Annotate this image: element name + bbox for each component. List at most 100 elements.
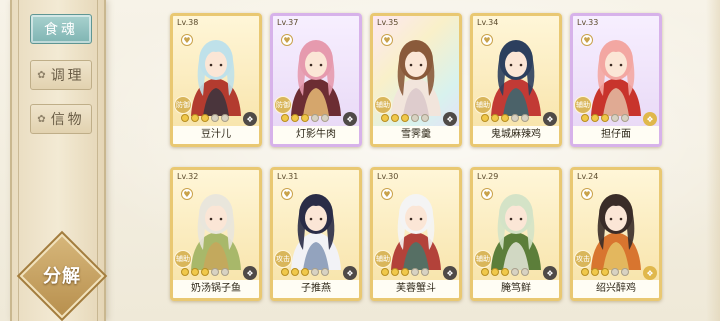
star-icon [211, 114, 219, 122]
tab-token[interactable]: ✿ 信物 [30, 104, 92, 134]
tab-conditioning[interactable]: ✿ 调理 [30, 60, 92, 90]
element-icon: ❖ [543, 266, 557, 280]
right-decoration [706, 0, 720, 321]
star-icon [481, 114, 489, 122]
food-soul-card[interactable]: Lv.29 ♥ 辅助 ❖ 腌笃鲜 [470, 167, 562, 301]
star-icon [301, 268, 309, 276]
tab-food-soul[interactable]: 食魂 [30, 14, 92, 44]
star-rating [181, 268, 229, 276]
star-icon [291, 114, 299, 122]
card-level: Lv.29 [477, 172, 499, 181]
star-icon [521, 268, 529, 276]
star-icon [501, 268, 509, 276]
role-badge: 辅助 [174, 250, 192, 268]
card-level: Lv.31 [277, 172, 299, 181]
card-name: 雪霁羹 [373, 126, 459, 144]
star-rating [581, 114, 629, 122]
star-icon [601, 268, 609, 276]
element-icon: ❖ [343, 112, 357, 126]
card-name: 子推燕 [273, 280, 359, 298]
star-icon [481, 268, 489, 276]
star-icon [281, 268, 289, 276]
star-icon [401, 268, 409, 276]
clover-icon: ✿ [37, 69, 49, 81]
star-icon [411, 268, 419, 276]
heart-icon: ♥ [181, 188, 193, 200]
food-soul-card[interactable]: Lv.37 ♥ 防御 ❖ 灯影牛肉 [270, 13, 362, 147]
food-soul-card[interactable]: Lv.32 ♥ 辅助 ❖ 奶汤锅子鱼 [170, 167, 262, 301]
element-icon: ❖ [343, 266, 357, 280]
heart-icon: ♥ [381, 188, 393, 200]
card-name: 灯影牛肉 [273, 126, 359, 144]
card-level: Lv.30 [377, 172, 399, 181]
card-level: Lv.37 [277, 18, 299, 27]
role-badge: 辅助 [574, 96, 592, 114]
star-icon [581, 114, 589, 122]
food-soul-card[interactable]: Lv.34 ♥ 辅助 ❖ 鬼城麻辣鸡 [470, 13, 562, 147]
card-name: 鬼城麻辣鸡 [473, 126, 559, 144]
role-badge: 辅助 [474, 96, 492, 114]
food-soul-card[interactable]: Lv.33 ♥ 辅助 ❖ 担仔面 [570, 13, 662, 147]
star-icon [291, 268, 299, 276]
role-badge: 防御 [174, 96, 192, 114]
star-icon [311, 268, 319, 276]
star-icon [221, 114, 229, 122]
star-icon [391, 114, 399, 122]
role-badge: 辅助 [374, 250, 392, 268]
star-icon [321, 268, 329, 276]
star-icon [501, 114, 509, 122]
food-soul-card[interactable]: Lv.35 ♥ 辅助 ❖ 雪霁羹 [370, 13, 462, 147]
food-soul-grid: Lv.38 ♥ 防御 ❖ 豆汁儿 Lv.37 ♥ 防御 ❖ 灯影牛肉 Lv.35 ♥ 辅助 ❖ 雪霁羹 Lv.… [170, 13, 670, 303]
element-icon: ❖ [643, 112, 657, 126]
star-icon [591, 268, 599, 276]
heart-icon: ♥ [481, 188, 493, 200]
star-icon [421, 114, 429, 122]
star-icon [381, 268, 389, 276]
food-soul-card[interactable]: Lv.24 ♥ 攻击 ❖ 绍兴醉鸡 [570, 167, 662, 301]
star-icon [581, 268, 589, 276]
food-soul-card[interactable]: Lv.30 ♥ 辅助 ❖ 芙蓉蟹斗 [370, 167, 462, 301]
heart-icon: ♥ [581, 34, 593, 46]
card-level: Lv.33 [577, 18, 599, 27]
role-badge: 防御 [274, 96, 292, 114]
star-icon [381, 114, 389, 122]
role-badge: 攻击 [274, 250, 292, 268]
star-icon [321, 114, 329, 122]
card-level: Lv.32 [177, 172, 199, 181]
star-icon [281, 114, 289, 122]
star-icon [191, 114, 199, 122]
element-icon: ❖ [643, 266, 657, 280]
star-icon [311, 114, 319, 122]
star-icon [511, 114, 519, 122]
star-icon [211, 268, 219, 276]
element-icon: ❖ [243, 266, 257, 280]
star-rating [381, 114, 429, 122]
star-icon [221, 268, 229, 276]
card-level: Lv.24 [577, 172, 599, 181]
element-icon: ❖ [443, 266, 457, 280]
star-icon [601, 114, 609, 122]
star-icon [621, 114, 629, 122]
star-icon [611, 268, 619, 276]
card-name: 腌笃鲜 [473, 280, 559, 298]
star-icon [491, 114, 499, 122]
star-icon [611, 114, 619, 122]
heart-icon: ♥ [581, 188, 593, 200]
decompose-button[interactable] [19, 233, 105, 319]
food-soul-card[interactable]: Lv.31 ♥ 攻击 ❖ 子推燕 [270, 167, 362, 301]
card-level: Lv.34 [477, 18, 499, 27]
card-name: 奶汤锅子鱼 [173, 280, 259, 298]
star-rating [581, 268, 629, 276]
tab-conditioning-label: 调理 [50, 68, 85, 84]
card-level: Lv.35 [377, 18, 399, 27]
star-icon [201, 268, 209, 276]
food-soul-card[interactable]: Lv.38 ♥ 防御 ❖ 豆汁儿 [170, 13, 262, 147]
card-name: 绍兴醉鸡 [573, 280, 659, 298]
star-rating [481, 268, 529, 276]
star-icon [511, 268, 519, 276]
star-icon [591, 114, 599, 122]
star-icon [181, 114, 189, 122]
role-badge: 辅助 [474, 250, 492, 268]
role-badge: 攻击 [574, 250, 592, 268]
element-icon: ❖ [243, 112, 257, 126]
